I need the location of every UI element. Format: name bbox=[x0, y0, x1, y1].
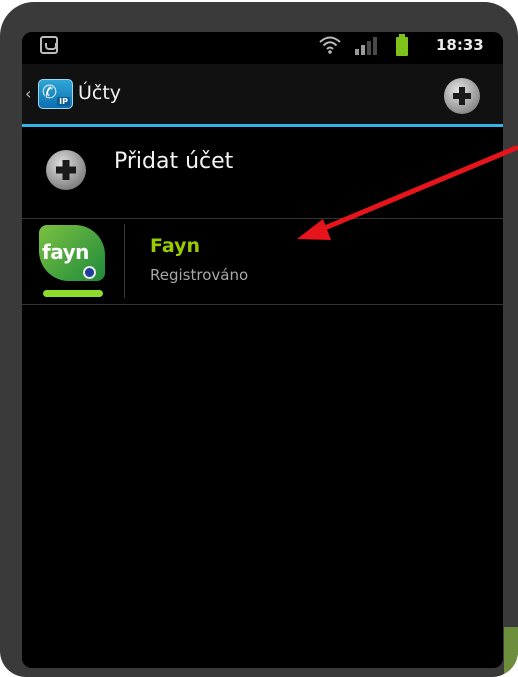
status-bar: 18:33 bbox=[22, 32, 503, 60]
registration-indicator bbox=[43, 290, 103, 297]
wifi-icon bbox=[319, 36, 341, 54]
fayn-logo: fayn bbox=[39, 225, 107, 301]
account-separator bbox=[124, 224, 125, 298]
signal-icon bbox=[355, 37, 377, 55]
add-icon bbox=[46, 150, 86, 190]
action-bar-divider bbox=[22, 124, 503, 127]
app-logo-badge: IP bbox=[57, 97, 70, 106]
back-caret-icon[interactable]: ‹ bbox=[25, 86, 31, 102]
page-title: Účty bbox=[78, 82, 122, 104]
app-notification-icon bbox=[40, 36, 58, 54]
device-frame: 18:33 ‹ ✆ IP Účty Přidat účet fayn Fayn … bbox=[0, 2, 518, 677]
account-name: Fayn bbox=[150, 235, 201, 257]
add-account-label: Přidat účet bbox=[114, 149, 234, 174]
device-accent bbox=[504, 627, 518, 677]
add-account-row[interactable]: Přidat účet bbox=[22, 128, 503, 218]
app-logo-icon[interactable]: ✆ IP bbox=[38, 79, 73, 109]
fayn-logo-text: fayn bbox=[42, 240, 89, 264]
phone-handset-icon: ✆ bbox=[42, 82, 58, 103]
battery-icon bbox=[396, 34, 408, 56]
status-time: 18:33 bbox=[436, 36, 484, 54]
screen: 18:33 ‹ ✆ IP Účty Přidat účet fayn Fayn … bbox=[22, 32, 503, 668]
fayn-logo-dot bbox=[83, 266, 96, 279]
account-row-fayn[interactable]: fayn Fayn Registrováno bbox=[22, 218, 503, 304]
account-status: Registrováno bbox=[150, 266, 249, 284]
empty-list-area bbox=[22, 305, 503, 668]
add-account-action-button[interactable] bbox=[442, 76, 482, 116]
